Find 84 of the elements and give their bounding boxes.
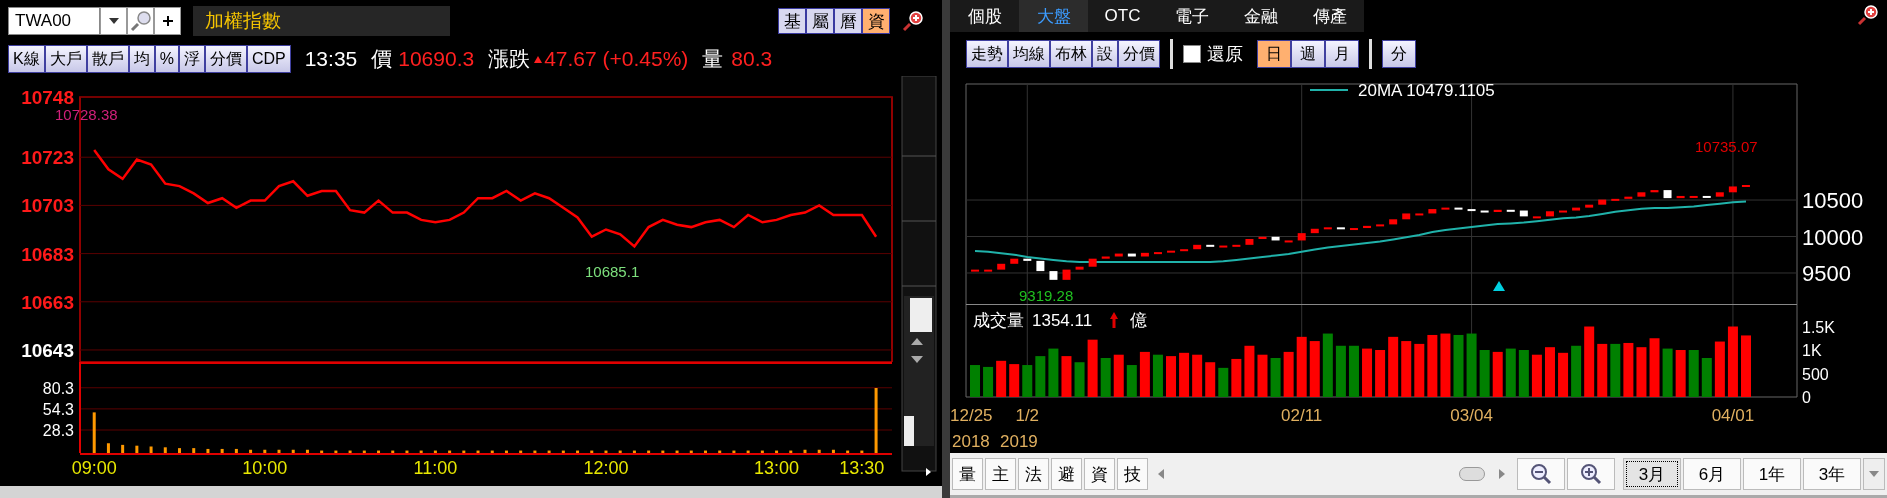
tab[interactable]: 金融 [1226, 0, 1295, 32]
year-label: 2019 [1000, 432, 1038, 451]
tool-button[interactable]: CDP [246, 45, 291, 73]
low-label: 9319.28 [1019, 287, 1074, 304]
axis-label: 10723 [21, 147, 74, 169]
axis-label: 10500 [1802, 188, 1864, 213]
range-button[interactable]: 3年 [1803, 458, 1861, 490]
minute-button[interactable]: 分 [1382, 40, 1416, 68]
price-value: 10690.3 [398, 47, 475, 71]
date-label: 12/25 [950, 406, 993, 425]
view-button[interactable]: 曆 [834, 8, 862, 34]
range-button[interactable]: 3月 [1623, 458, 1681, 490]
tool-button[interactable]: 均 [128, 45, 155, 73]
view-button[interactable]: 資 [862, 8, 890, 34]
tool-button[interactable]: % [154, 45, 179, 73]
time-label: 11:00 [413, 458, 458, 478]
tool-button[interactable]: 布林 [1050, 40, 1092, 68]
volume-label: 量 [702, 46, 724, 72]
tool-button[interactable]: 設 [1092, 40, 1118, 68]
change-label: 漲跌 [488, 46, 531, 72]
quote-time: 13:35 [304, 47, 358, 71]
view-button[interactable]: 屬 [806, 8, 834, 34]
period-button[interactable]: 週 [1291, 40, 1325, 68]
axis-label: 10643 [21, 339, 74, 361]
date-label: 1/2 [1015, 406, 1040, 425]
date-label: 03/04 [1450, 406, 1493, 425]
range-button[interactable]: 6月 [1683, 458, 1741, 490]
axis-label: 10000 [1802, 224, 1864, 250]
high-label: 10735.07 [1695, 138, 1758, 155]
tool-button[interactable]: 散戶 [86, 45, 129, 73]
time-label: 10:00 [242, 458, 288, 478]
axis-label: 1K [1802, 342, 1822, 359]
period-button[interactable]: 日 [1257, 40, 1291, 68]
volume-title: 成交量 [973, 311, 1024, 330]
indicator-button[interactable]: 法 [1018, 458, 1049, 490]
indicator-button[interactable]: 資 [1084, 458, 1115, 490]
tool-button[interactable]: 均線 [1008, 40, 1050, 68]
time-label: 09:00 [71, 458, 117, 478]
volume-value: 80.3 [731, 47, 773, 71]
date-label: 04/01 [1711, 406, 1755, 425]
low-label: 10685.1 [585, 263, 640, 280]
legend-label: 20MA [1358, 81, 1402, 100]
axis-label: 10663 [21, 291, 74, 313]
tool-button[interactable]: 浮 [178, 45, 205, 73]
tool-button[interactable]: 分價 [204, 45, 247, 73]
index-title: 加權指數 [193, 6, 450, 36]
range-button[interactable]: 1年 [1743, 458, 1801, 490]
indicator-button[interactable]: 避 [1051, 458, 1082, 490]
tool-button[interactable]: K線 [8, 45, 45, 73]
year-label: 2018 [952, 432, 990, 451]
tab[interactable]: 大盤 [1019, 0, 1088, 32]
view-button[interactable]: 基 [778, 8, 806, 34]
axis-label: 0 [1802, 389, 1811, 406]
tab[interactable]: OTC [1088, 0, 1157, 32]
indicator-button[interactable]: 量 [952, 458, 983, 490]
tool-button[interactable]: 大戶 [44, 45, 87, 73]
tab[interactable]: 傳產 [1295, 0, 1364, 32]
tab[interactable]: 個股 [950, 0, 1019, 32]
period-button[interactable]: 月 [1325, 40, 1359, 68]
tab[interactable]: 電子 [1157, 0, 1226, 32]
indicator-button[interactable]: 技 [1117, 458, 1148, 490]
axis-label: 10748 [21, 87, 74, 108]
price-label: 價 [371, 46, 393, 72]
axis-label: 10703 [21, 195, 74, 217]
time-label: 13:00 [754, 458, 800, 478]
date-label: 02/11 [1281, 406, 1323, 425]
volume-value: 1354.11 [1032, 311, 1093, 330]
axis-label: 500 [1802, 365, 1829, 383]
axis-label: 9500 [1802, 261, 1851, 286]
time-label: 12:00 [583, 458, 629, 478]
axis-label: 1.5K [1802, 318, 1835, 336]
tool-button[interactable]: 分價 [1118, 40, 1160, 68]
chart-legend: 20MA 10479.1105 [1309, 81, 1495, 100]
axis-label: 10683 [21, 243, 74, 265]
axis-label: 80.3 [42, 379, 74, 397]
symbol-field[interactable]: TWA00 [8, 7, 100, 35]
axis-label: 54.3 [42, 400, 74, 418]
volume-unit: 億 [1130, 311, 1147, 330]
change-value: 47.67 (+0.45%) [544, 47, 689, 71]
checkbox-label: 還原 [1207, 43, 1243, 66]
tool-button[interactable]: 走勢 [966, 40, 1008, 68]
indicator-button[interactable]: 主 [985, 458, 1016, 490]
axis-label: 28.3 [42, 422, 74, 439]
time-label: 13:30 [839, 458, 885, 478]
